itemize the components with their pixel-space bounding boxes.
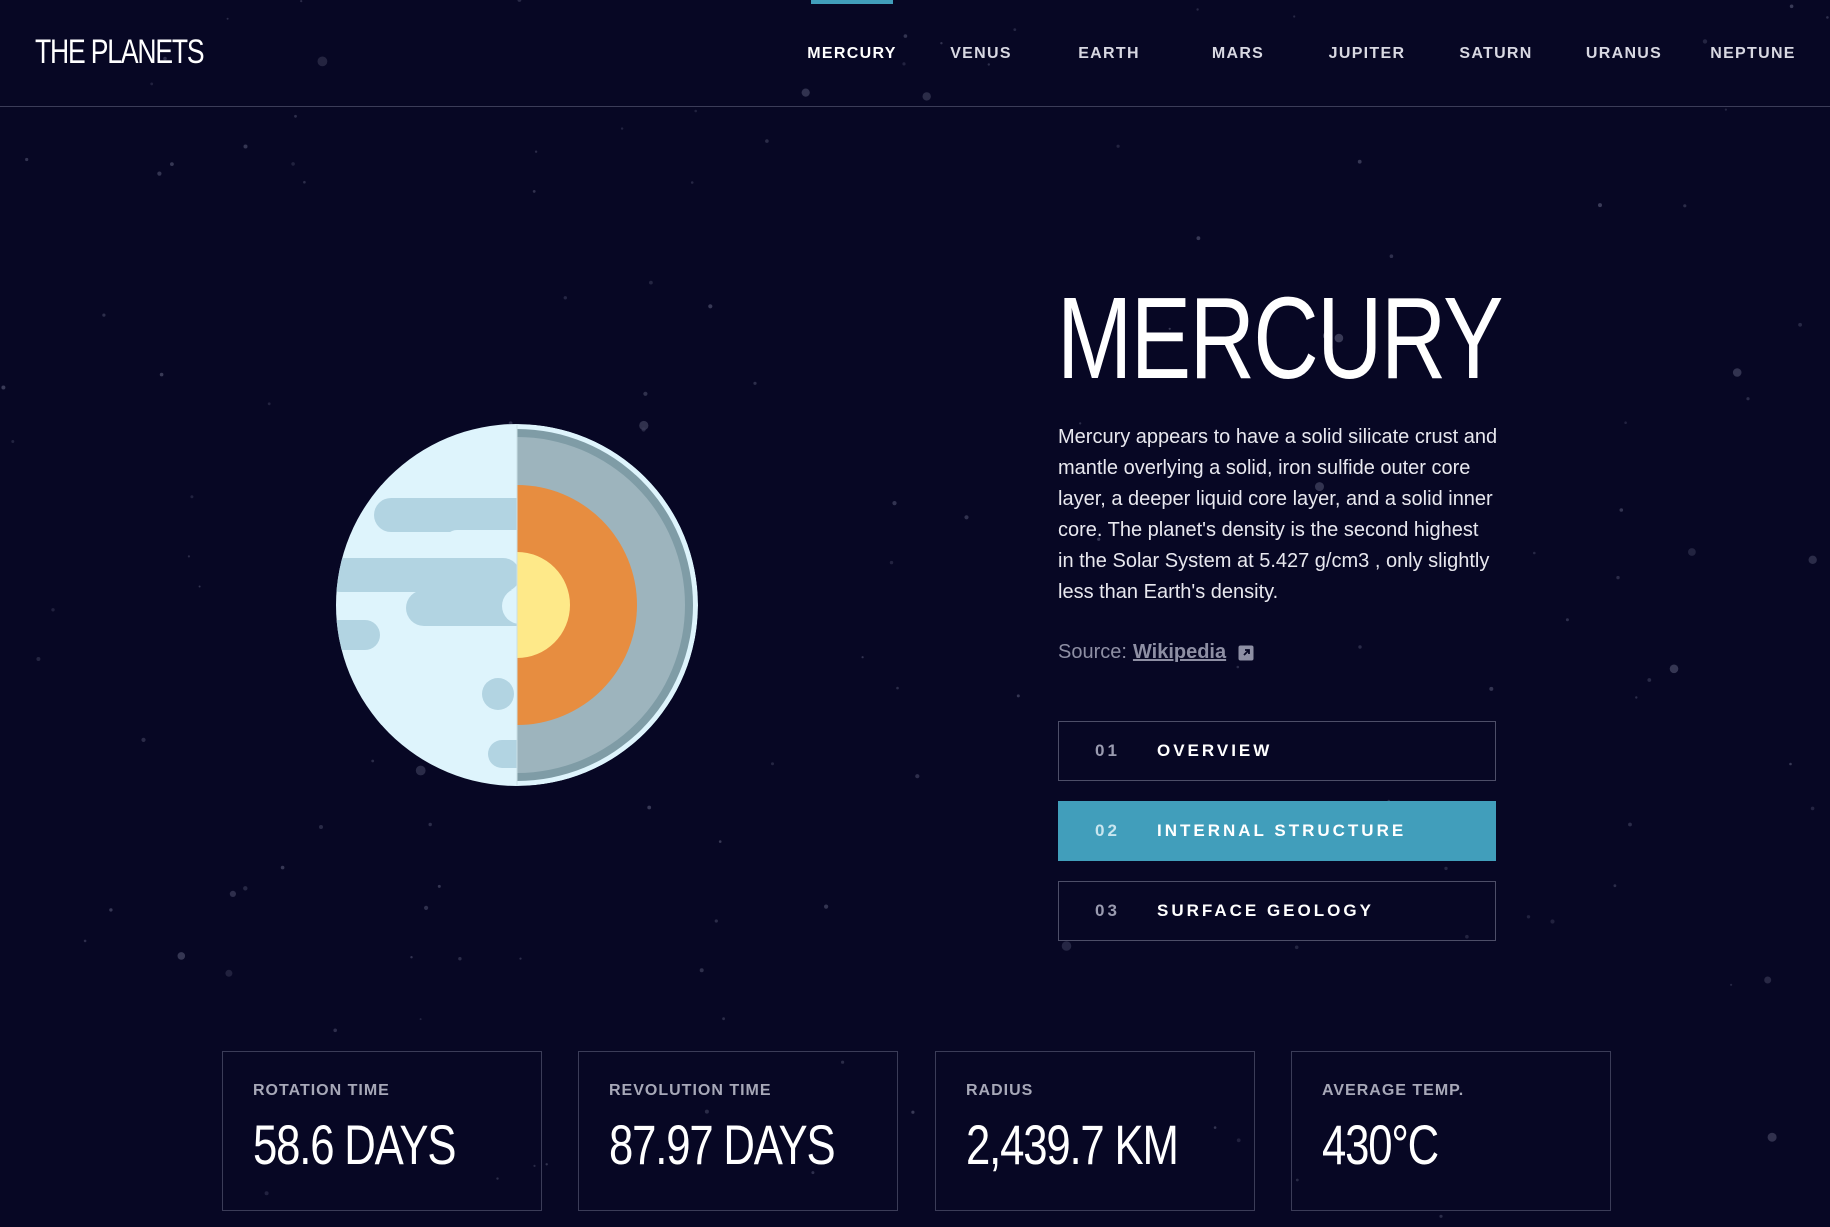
stat-label: AVERAGE TEMP. (1322, 1082, 1465, 1099)
tab-overview[interactable]: 01 OVERVIEW (1058, 721, 1496, 781)
site-logo[interactable]: THE PLANETS (35, 33, 205, 72)
stat-label: RADIUS (966, 1082, 1034, 1099)
nav-item-mars[interactable]: MARS (1183, 0, 1293, 107)
stat-value: 2,439.7 KM (966, 1113, 1179, 1176)
stat-radius: RADIUS 2,439.7 KM (935, 1051, 1255, 1211)
nav-item-jupiter[interactable]: JUPITER (1312, 0, 1422, 107)
nav-item-neptune[interactable]: NEPTUNE (1698, 0, 1808, 107)
tab-internal-structure[interactable]: 02 INTERNAL STRUCTURE (1058, 801, 1496, 861)
stat-average-temp: AVERAGE TEMP. 430°C (1291, 1051, 1611, 1211)
stat-value: 430°C (1322, 1113, 1439, 1176)
stat-rotation-time: ROTATION TIME 58.6 DAYS (222, 1051, 542, 1211)
tab-number: 02 (1095, 821, 1120, 840)
source-label: Source: (1058, 641, 1127, 663)
nav-item-uranus[interactable]: URANUS (1569, 0, 1679, 107)
nav-item-venus[interactable]: VENUS (926, 0, 1036, 107)
stat-value: 58.6 DAYS (253, 1113, 456, 1176)
tab-label: SURFACE GEOLOGY (1157, 901, 1374, 920)
nav-item-earth[interactable]: EARTH (1054, 0, 1164, 107)
tab-number: 01 (1095, 741, 1120, 760)
planet-internal-structure-illustration (334, 422, 700, 788)
planet-description: Mercury appears to have a solid silicate… (1058, 426, 1498, 603)
stat-revolution-time: REVOLUTION TIME 87.97 DAYS (578, 1051, 898, 1211)
site-header: THE PLANETS MERCURY VENUS EARTH MARS JUP… (0, 0, 1830, 107)
stat-label: ROTATION TIME (253, 1082, 390, 1099)
stat-value: 87.97 DAYS (609, 1113, 836, 1176)
nav-item-saturn[interactable]: SATURN (1441, 0, 1551, 107)
starfield-background (1, 0, 1829, 1218)
tab-label: INTERNAL STRUCTURE (1157, 821, 1407, 840)
planet-title: MERCURY (1057, 273, 1503, 403)
external-link-icon[interactable] (1238, 645, 1254, 661)
source-line: Source: Wikipedia (1058, 641, 1254, 664)
stat-label: REVOLUTION TIME (609, 1082, 772, 1099)
tab-surface-geology[interactable]: 03 SURFACE GEOLOGY (1058, 881, 1496, 941)
tab-label: OVERVIEW (1157, 741, 1273, 760)
source-link[interactable]: Wikipedia (1133, 641, 1226, 664)
nav-item-mercury[interactable]: MERCURY (797, 0, 907, 107)
tab-number: 03 (1095, 901, 1120, 920)
